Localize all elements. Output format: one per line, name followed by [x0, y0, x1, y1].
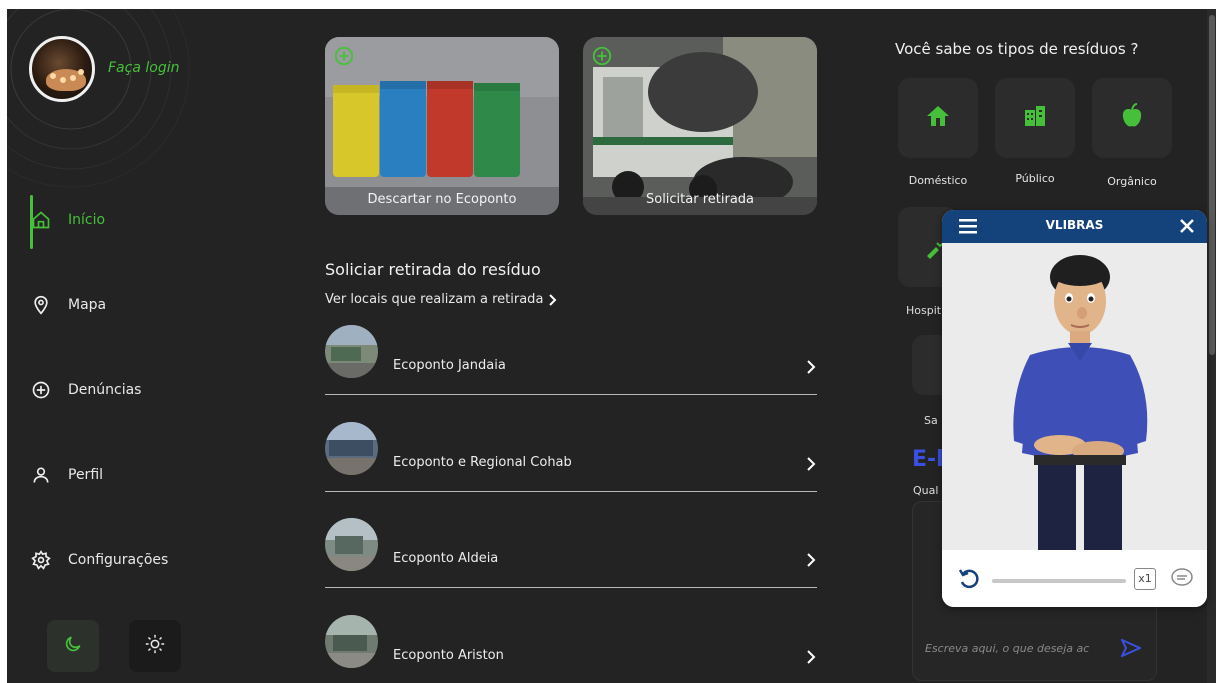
sidebar-item-label: Início — [68, 212, 106, 228]
partial-heading: E-l — [912, 447, 944, 472]
waste-type-label: Orgânico — [1107, 175, 1157, 188]
ecoponto-thumbnail — [325, 422, 378, 475]
home-icon — [30, 209, 52, 231]
sidebar-item-configuracoes[interactable]: Configurações — [30, 549, 168, 571]
chevron-right-icon — [548, 292, 558, 307]
sun-icon — [144, 633, 166, 659]
waste-type-label: Público — [1015, 172, 1055, 185]
card-caption: Solicitar retirada — [645, 192, 755, 207]
plus-circle-icon — [591, 45, 613, 71]
waste-type-organico[interactable] — [1092, 78, 1172, 158]
dark-mode-button[interactable] — [47, 620, 99, 672]
avatar[interactable] — [29, 36, 95, 102]
partial-label: Qual — [913, 484, 939, 497]
ecoponto-name: Ecoponto Ariston — [393, 648, 504, 663]
list-item[interactable]: Ecoponto Jandaia — [325, 325, 817, 395]
vlibras-widget[interactable]: VLIBRAS x1 — [942, 210, 1207, 607]
scrollbar[interactable] — [1207, 9, 1216, 683]
user-icon — [30, 464, 52, 486]
sidebar-item-label: Denúncias — [68, 382, 142, 398]
partial-label: Sa — [924, 414, 938, 427]
recycle-bins-photo — [325, 37, 559, 215]
buildings-icon — [1023, 104, 1047, 132]
scrollbar-thumb[interactable] — [1209, 15, 1215, 355]
replay-icon[interactable] — [958, 568, 980, 594]
waste-type-domestico[interactable] — [898, 78, 978, 158]
partial-label: Hospit — [906, 304, 942, 317]
see-locations-link[interactable]: Ver locais que realizam a retirada — [325, 292, 558, 307]
map-pin-icon — [30, 294, 52, 316]
chevron-right-icon — [807, 360, 816, 374]
waste-type-label: Doméstico — [908, 174, 968, 187]
plus-circle-icon — [30, 379, 52, 401]
vlibras-footer: x1 — [942, 550, 1207, 607]
ecoponto-thumbnail — [325, 615, 378, 668]
house-icon — [925, 104, 951, 132]
progress-track[interactable] — [992, 579, 1126, 583]
waste-type-publico[interactable] — [995, 78, 1075, 158]
garbage-truck-photo — [583, 37, 817, 215]
ecoponto-thumbnail — [325, 518, 378, 571]
sidebar-item-denuncias[interactable]: Denúncias — [30, 379, 141, 401]
ecoponto-thumbnail — [325, 325, 378, 378]
sidebar-item-label: Perfil — [68, 467, 104, 483]
speed-button[interactable]: x1 — [1134, 568, 1156, 590]
sidebar-item-label: Mapa — [68, 297, 107, 313]
subtitle-icon[interactable] — [1170, 567, 1194, 593]
syringe-icon — [924, 239, 944, 263]
see-locations-label: Ver locais que realizam a retirada — [325, 292, 544, 307]
ecoponto-name: Ecoponto Jandaia — [393, 358, 506, 373]
light-mode-button[interactable] — [129, 620, 181, 672]
plus-circle-icon — [333, 45, 355, 71]
close-icon[interactable] — [1179, 218, 1195, 238]
gear-icon — [30, 549, 52, 571]
section-title: Soliciar retirada do resíduo — [325, 260, 541, 279]
vlibras-title: VLIBRAS — [1045, 218, 1104, 232]
app-frame: Faça login Início Mapa Denúncias Perfil … — [7, 9, 1216, 683]
apple-icon — [1121, 103, 1143, 133]
sidebar-item-label: Configurações — [68, 552, 169, 568]
card-descartar[interactable]: Descartar no Ecoponto — [325, 37, 559, 215]
ecoponto-name: Ecoponto e Regional Cohab — [393, 455, 572, 470]
chevron-right-icon — [807, 650, 816, 664]
list-item[interactable]: Ecoponto Ariston — [325, 615, 817, 683]
chevron-right-icon — [807, 457, 816, 471]
card-caption: Descartar no Ecoponto — [367, 192, 517, 207]
send-icon[interactable] — [1119, 637, 1143, 661]
moon-icon — [63, 634, 83, 658]
list-item[interactable]: Ecoponto Aldeia — [325, 518, 817, 588]
card-solicitar-retirada[interactable]: Solicitar retirada — [583, 37, 817, 215]
ecoponto-name: Ecoponto Aldeia — [393, 551, 499, 566]
sidebar-item-perfil[interactable]: Perfil — [30, 464, 103, 486]
waste-types-title: Você sabe os tipos de resíduos ? — [895, 40, 1139, 58]
vlibras-header: VLIBRAS — [942, 210, 1207, 243]
vlibras-avatar — [942, 243, 1207, 550]
chat-input[interactable]: Escreva aqui, o que deseja ac — [925, 642, 1089, 655]
list-item[interactable]: Ecoponto e Regional Cohab — [325, 422, 817, 492]
sidebar-item-mapa[interactable]: Mapa — [30, 294, 106, 316]
login-link[interactable]: Faça login — [108, 60, 179, 76]
sidebar-item-inicio[interactable]: Início — [30, 209, 105, 231]
chevron-right-icon — [807, 553, 816, 567]
